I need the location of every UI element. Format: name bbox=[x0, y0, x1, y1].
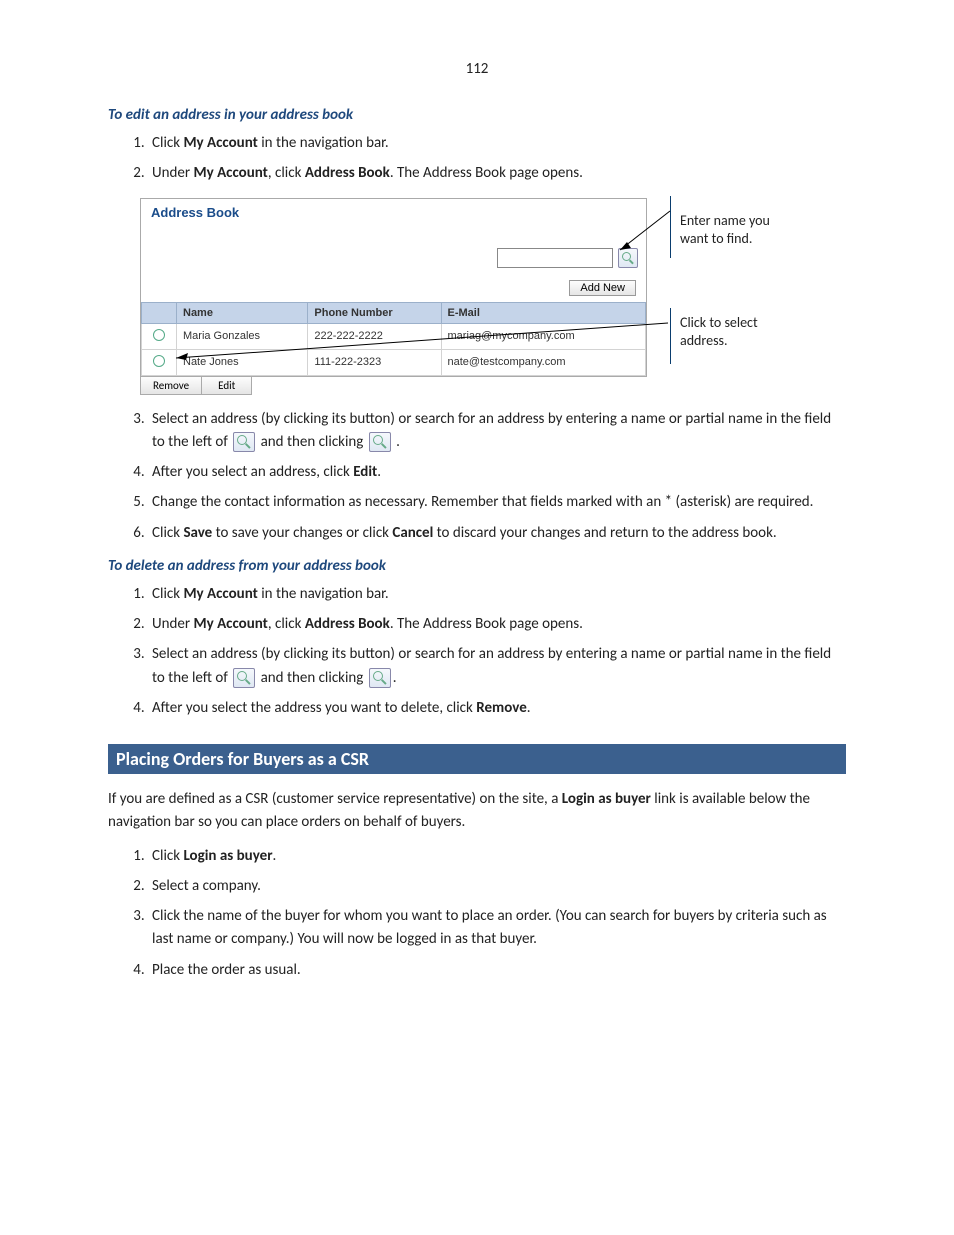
text-bold: Edit bbox=[353, 463, 377, 481]
edit-address-steps: Click My Account in the navigation bar. … bbox=[108, 132, 846, 186]
list-item: Place the order as usual. bbox=[148, 959, 846, 982]
table-header-row: Name Phone Number E-Mail bbox=[142, 302, 646, 323]
panel-title: Address Book bbox=[141, 199, 646, 244]
remove-button[interactable]: Remove bbox=[141, 377, 202, 394]
add-new-button[interactable]: Add New bbox=[569, 280, 636, 296]
delete-address-steps: Click My Account in the navigation bar. … bbox=[108, 583, 846, 720]
text: After you select an address, click bbox=[152, 463, 353, 481]
list-item: Click the name of the buyer for whom you… bbox=[148, 905, 846, 952]
search-icon bbox=[233, 668, 255, 688]
text-bold: My Account bbox=[193, 615, 267, 633]
list-item: Select a company. bbox=[148, 875, 846, 898]
address-book-figure: Address Book Add New Name Phone Number E… bbox=[140, 198, 846, 398]
text: Click bbox=[152, 847, 183, 865]
text-bold: My Account bbox=[183, 585, 257, 603]
search-icon bbox=[369, 668, 391, 688]
text: , click bbox=[268, 164, 305, 182]
radio-cell[interactable] bbox=[142, 323, 177, 349]
text-bold: My Account bbox=[183, 134, 257, 152]
bottom-button-bar: Remove Edit bbox=[140, 376, 252, 395]
cell-phone: 222-222-2222 bbox=[308, 323, 441, 349]
text: , click bbox=[268, 615, 305, 633]
cell-name: Nate Jones bbox=[177, 349, 308, 375]
col-phone: Phone Number bbox=[308, 302, 441, 323]
list-item: Select an address (by clicking its butto… bbox=[148, 643, 846, 690]
address-book-panel: Address Book Add New Name Phone Number E… bbox=[140, 198, 647, 377]
cell-email: nate@testcompany.com bbox=[441, 349, 645, 375]
callout-bar bbox=[670, 308, 671, 364]
radio-icon bbox=[153, 355, 165, 367]
text-bold: My Account bbox=[193, 164, 267, 182]
text: Under bbox=[152, 615, 193, 633]
list-item: Click Save to save your changes or click… bbox=[148, 522, 846, 545]
callout-bar bbox=[670, 196, 671, 258]
list-item: Click Login as buyer. bbox=[148, 845, 846, 868]
search-input[interactable] bbox=[497, 248, 613, 268]
list-item: After you select an address, click Edit. bbox=[148, 461, 846, 484]
add-new-row: Add New bbox=[141, 274, 646, 302]
text: in the navigation bar. bbox=[258, 134, 389, 152]
edit-address-steps-cont: Select an address (by clicking its butto… bbox=[108, 408, 846, 545]
text: . bbox=[377, 463, 381, 481]
text: and then clicking bbox=[257, 433, 367, 451]
text: in the navigation bar. bbox=[258, 585, 389, 603]
csr-section-heading: Placing Orders for Buyers as a CSR bbox=[108, 744, 846, 774]
text: Click bbox=[152, 585, 183, 603]
list-item: After you select the address you want to… bbox=[148, 697, 846, 720]
list-item: Change the contact information as necess… bbox=[148, 491, 846, 514]
text-bold: Login as buyer bbox=[183, 847, 272, 865]
text-bold: Address Book bbox=[305, 164, 390, 182]
callout-select: Click to select address. bbox=[680, 314, 800, 350]
text: . The Address Book page opens. bbox=[390, 164, 583, 182]
edit-button[interactable]: Edit bbox=[202, 377, 251, 394]
cell-name: Maria Gonzales bbox=[177, 323, 308, 349]
text: After you select the address you want to… bbox=[152, 699, 476, 717]
text-bold: Login as buyer bbox=[562, 790, 651, 808]
callout-search: Enter name you want to find. bbox=[680, 212, 800, 248]
text: . bbox=[393, 669, 397, 687]
table-row: Maria Gonzales 222-222-2222 mariag@mycom… bbox=[142, 323, 646, 349]
list-item: Under My Account, click Address Book. Th… bbox=[148, 613, 846, 636]
address-table: Name Phone Number E-Mail Maria Gonzales … bbox=[141, 302, 646, 376]
cell-email: mariag@mycompany.com bbox=[441, 323, 645, 349]
radio-icon bbox=[153, 329, 165, 341]
text: to save your changes or click bbox=[212, 524, 392, 542]
page-number: 112 bbox=[108, 60, 846, 78]
text: Click bbox=[152, 134, 183, 152]
list-item: Click My Account in the navigation bar. bbox=[148, 583, 846, 606]
text-bold: Cancel bbox=[392, 524, 433, 542]
radio-header bbox=[142, 302, 177, 323]
text: . bbox=[273, 847, 277, 865]
text: If you are defined as a CSR (customer se… bbox=[108, 790, 562, 808]
cell-phone: 111-222-2323 bbox=[308, 349, 441, 375]
table-row: Nate Jones 111-222-2323 nate@testcompany… bbox=[142, 349, 646, 375]
list-item: Click My Account in the navigation bar. bbox=[148, 132, 846, 155]
text-bold: Remove bbox=[476, 699, 527, 717]
radio-cell[interactable] bbox=[142, 349, 177, 375]
text: . The Address Book page opens. bbox=[390, 615, 583, 633]
csr-intro: If you are defined as a CSR (customer se… bbox=[108, 788, 846, 835]
delete-address-heading: To delete an address from your address b… bbox=[108, 557, 846, 575]
text: to discard your changes and return to th… bbox=[433, 524, 776, 542]
search-icon[interactable] bbox=[618, 248, 638, 268]
text-bold: Address Book bbox=[305, 615, 390, 633]
list-item: Under My Account, click Address Book. Th… bbox=[148, 162, 846, 185]
text-bold: Save bbox=[183, 524, 212, 542]
edit-address-heading: To edit an address in your address book bbox=[108, 106, 846, 124]
text: Under bbox=[152, 164, 193, 182]
col-email: E-Mail bbox=[441, 302, 645, 323]
csr-steps: Click Login as buyer. Select a company. … bbox=[108, 845, 846, 982]
text: Click bbox=[152, 524, 183, 542]
text: and then clicking bbox=[257, 669, 367, 687]
search-row bbox=[141, 244, 646, 274]
search-icon bbox=[233, 432, 255, 452]
text: . bbox=[393, 433, 400, 451]
search-icon bbox=[369, 432, 391, 452]
col-name: Name bbox=[177, 302, 308, 323]
text: . bbox=[527, 699, 531, 717]
list-item: Select an address (by clicking its butto… bbox=[148, 408, 846, 455]
